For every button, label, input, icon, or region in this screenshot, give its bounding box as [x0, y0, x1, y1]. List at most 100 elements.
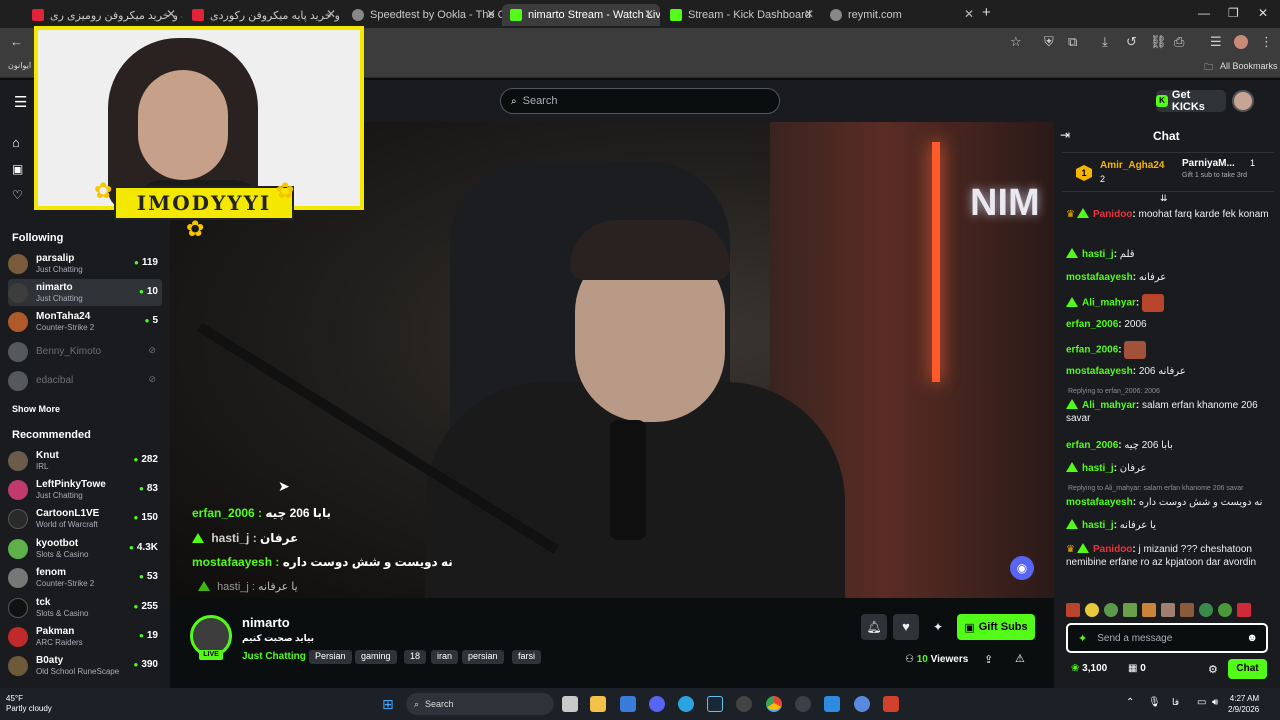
sidebar-channel-kyootbot[interactable]: kyootbotSlots & Casino 4.3K — [8, 535, 162, 562]
all-bookmarks-link[interactable]: All Bookmarks — [1220, 61, 1278, 71]
follow-button[interactable]: ♥ — [893, 614, 919, 640]
chat-username[interactable]: erfan_2006 — [1066, 319, 1118, 330]
task-view-icon[interactable] — [562, 696, 578, 712]
emote-image[interactable] — [1085, 603, 1099, 617]
obs-icon[interactable] — [736, 696, 752, 712]
tag-pill[interactable]: gaming — [355, 650, 397, 664]
share-icon[interactable]: ⇪ — [984, 653, 993, 666]
close-tab-icon[interactable]: ✕ — [644, 7, 654, 21]
close-window-icon[interactable]: ✕ — [1258, 6, 1268, 20]
browser-tab-3[interactable]: Speedtest by Ookla - The Glob ✕ — [344, 4, 502, 26]
steam-icon[interactable] — [707, 696, 723, 712]
browser-tab-2[interactable]: قیمت و خرید پایه میکروفن رکوردی ✕ — [184, 4, 342, 26]
shield-icon[interactable]: ⛨ — [1044, 34, 1054, 50]
extensions-icon[interactable]: ⧉ — [1068, 34, 1077, 50]
redeem-count[interactable]: ▦ 0 — [1128, 663, 1146, 674]
app-icon[interactable] — [824, 696, 840, 712]
back-icon[interactable]: ← — [10, 34, 23, 49]
channel-name[interactable]: nimarto — [242, 615, 290, 630]
emote-image[interactable] — [1218, 603, 1232, 617]
emote-image[interactable] — [1123, 603, 1137, 617]
close-tab-icon[interactable]: ✕ — [486, 7, 496, 21]
chrome-icon[interactable] — [766, 696, 782, 712]
hamburger-menu-icon[interactable]: ☰ — [14, 93, 27, 111]
close-tab-icon[interactable]: ✕ — [326, 7, 336, 21]
reply-context[interactable]: Replying to Ali_mahyar: salam erfan khan… — [1068, 485, 1243, 492]
boost-button[interactable]: ✦ — [925, 614, 951, 640]
close-tab-icon[interactable]: ✕ — [804, 7, 814, 21]
chat-username[interactable]: mostafaayesh — [1066, 366, 1133, 377]
sidebar-channel-tck[interactable]: tckSlots & Casino 255 — [8, 594, 162, 621]
sidebar-channel-edacibal[interactable]: edacibal ⊘ — [8, 367, 162, 394]
sidebar-channel-leftpinkytowe[interactable]: LeftPinkyToweJust Chatting 83 — [8, 476, 162, 503]
minimize-icon[interactable]: — — [1198, 6, 1210, 20]
emote-image[interactable] — [1161, 603, 1175, 617]
history-icon[interactable]: ↺ — [1126, 34, 1137, 50]
emote-image[interactable] — [1180, 603, 1194, 617]
browser-tab-6[interactable]: reymit.com ✕ — [822, 4, 980, 26]
discord-taskbar-icon[interactable] — [649, 696, 665, 712]
new-tab-icon[interactable]: + — [982, 4, 991, 21]
chat-username[interactable]: erfan_2006 — [1066, 440, 1118, 451]
windows-start-icon[interactable]: ⊞ — [382, 696, 394, 713]
chat-username[interactable]: Ali_mahyar — [1082, 400, 1136, 411]
emoji-icon[interactable]: ☻ — [1246, 632, 1258, 644]
volume-icon[interactable]: 🔊︎ — [1212, 697, 1218, 708]
vscode-icon[interactable] — [620, 696, 636, 712]
send-chat-button[interactable]: Chat — [1228, 659, 1267, 679]
chat-username[interactable]: erfan_2006 — [1066, 345, 1118, 356]
search-input[interactable]: ⌕ Search — [500, 88, 780, 114]
bookmark-item[interactable]: ایوانون — [8, 61, 31, 70]
sidebar-channel-b0aty[interactable]: B0atyOld School RuneScape 390 — [8, 652, 162, 679]
sidebar-channel-fenom[interactable]: fenomCounter-Strike 2 53 — [8, 564, 162, 591]
leader-2-name[interactable]: ParniyaM... — [1182, 158, 1235, 169]
chat-username[interactable]: hasti_j — [1082, 520, 1114, 531]
stream-category-link[interactable]: Just Chatting — [242, 651, 306, 662]
get-kicks-button[interactable]: K Get KICKs — [1156, 89, 1226, 113]
tray-overflow-icon[interactable]: ⌃ — [1126, 697, 1134, 708]
app-icon[interactable] — [883, 696, 899, 712]
tag-pill[interactable]: persian — [462, 650, 504, 664]
heart-following-icon[interactable]: ♡ — [12, 188, 23, 202]
maximize-icon[interactable]: ❐ — [1228, 6, 1239, 20]
sidebar-channel-nimarto[interactable]: nimartoJust Chatting 10 — [8, 279, 162, 306]
chat-username[interactable]: Ali_mahyar — [1082, 298, 1136, 309]
chat-username[interactable]: Panidoo — [1093, 209, 1132, 220]
sidebar-channel-knut[interactable]: KnutIRL 282 — [8, 447, 162, 474]
app-icon[interactable] — [854, 696, 870, 712]
file-explorer-icon[interactable] — [590, 696, 606, 712]
monitor-icon[interactable]: ▭ — [1197, 697, 1206, 708]
sidebar-channel-montaha24[interactable]: MonTaha24Counter-Strike 2 5 — [8, 308, 162, 335]
user-avatar[interactable] — [1232, 90, 1254, 112]
sidebar-channel-cartoonl1ve[interactable]: CartoonL1VEWorld of Warcraft 150 — [8, 505, 162, 532]
browser-tab-5[interactable]: Stream - Kick Dashboard ✕ — [662, 4, 820, 26]
browser-tab-4-active[interactable]: nimarto Stream - Watch Live ✕ — [502, 4, 660, 26]
reply-context[interactable]: Replying to erfan_2006: 2006 — [1068, 388, 1160, 395]
telegram-icon[interactable] — [678, 696, 694, 712]
menu-kebab-icon[interactable]: ⋮ — [1260, 34, 1273, 50]
taskbar-clock[interactable]: 4:27 AM 2/9/2026 — [1228, 693, 1259, 715]
chat-username[interactable]: Panidoo — [1093, 544, 1132, 555]
microphone-icon[interactable]: 🎙︎ — [1148, 697, 1161, 708]
sparkle-icon[interactable]: ✦ — [1078, 632, 1087, 645]
report-warning-icon[interactable]: ⚠ — [1015, 652, 1025, 665]
sidebar-icon[interactable]: ☰ — [1210, 34, 1222, 50]
speedometer-icon[interactable] — [795, 696, 811, 712]
emote-image[interactable] — [1066, 603, 1080, 617]
leader-1-name[interactable]: Amir_Agha24 — [1100, 160, 1164, 171]
profile-avatar-icon[interactable] — [1234, 35, 1248, 49]
chat-username[interactable]: mostafaayesh — [1066, 272, 1133, 283]
weather-widget[interactable]: 45°F Partly cloudy — [6, 694, 52, 714]
collapse-chat-icon[interactable]: ⇥ — [1060, 128, 1070, 142]
channel-points[interactable]: ❀ 3,100 — [1071, 663, 1107, 674]
taskbar-search[interactable]: ⌕ Search — [406, 693, 554, 715]
link-icon[interactable]: ⛓ — [1150, 34, 1167, 50]
print-icon[interactable]: ⎙ — [1174, 34, 1184, 50]
sidebar-channel-parsalip[interactable]: parsalipJust Chatting 119 — [8, 250, 162, 277]
gift-subs-button[interactable]: ▣ Gift Subs — [957, 614, 1035, 640]
emote-image[interactable] — [1237, 603, 1251, 617]
language-indicator[interactable]: فا — [1172, 697, 1179, 708]
browser-tab-1[interactable]: قیمت و خرید میکروفن رومیزی ری ✕ — [24, 4, 182, 26]
chat-settings-gear-icon[interactable]: ⚙ — [1208, 663, 1218, 676]
close-tab-icon[interactable]: ✕ — [166, 7, 176, 21]
